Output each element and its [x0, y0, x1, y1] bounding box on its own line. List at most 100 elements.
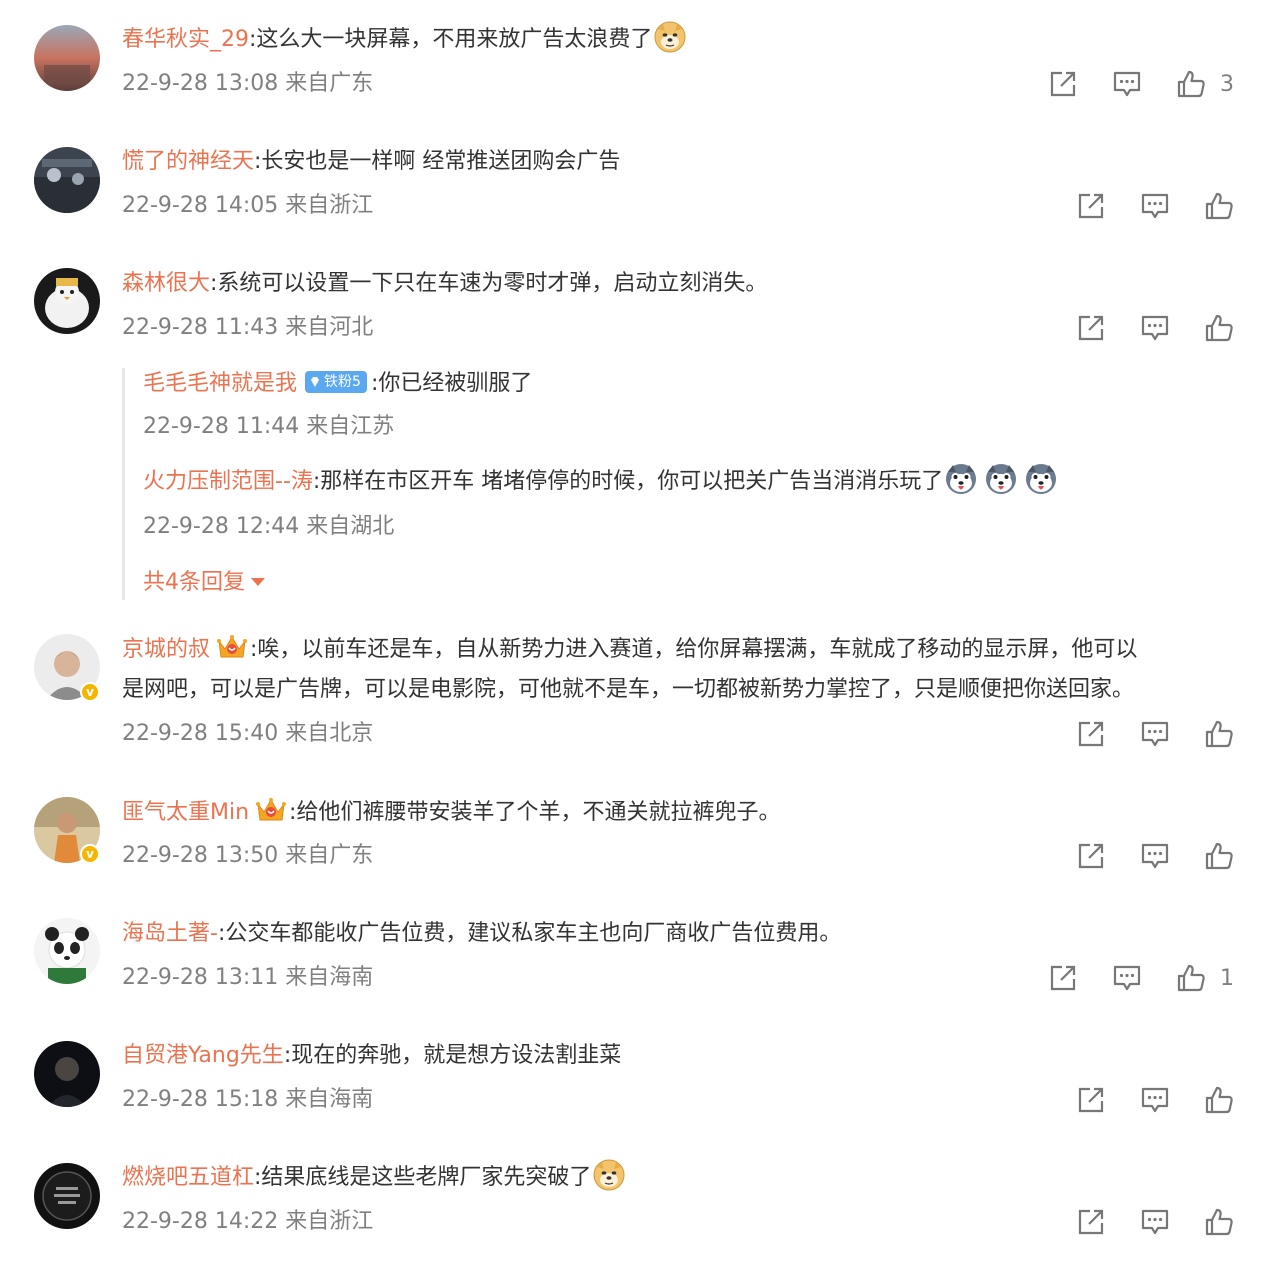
comment-body: :这么大一块屏幕，不用来放广告太浪费了 [249, 27, 653, 52]
thumbs-up-icon [1204, 841, 1234, 871]
doge-emoji-icon [654, 21, 686, 53]
reply-body: :那样在市区开车 堵堵停停的时候，你可以把关广告当消消乐玩了 [312, 469, 944, 494]
comment-body: :系统可以设置一下只在车速为零时才弹，启动立刻消失。 [210, 271, 768, 296]
comment-meta: 22-9-28 14:05 来自浙江 [122, 193, 374, 218]
comment-icon [1112, 69, 1142, 99]
like-button[interactable] [1204, 841, 1234, 871]
reply-button[interactable] [1140, 191, 1170, 221]
reply-button[interactable] [1112, 69, 1142, 99]
like-button[interactable] [1204, 719, 1234, 749]
username[interactable]: 春华秋实_29 [122, 27, 249, 52]
thumbs-up-icon [1204, 1207, 1234, 1237]
reply-button[interactable] [1140, 1085, 1170, 1115]
diamond-icon [311, 377, 320, 387]
reply-username[interactable]: 火力压制范围--涛 [143, 469, 313, 494]
doge-emoji-icon [593, 1159, 625, 1191]
comment-actions: 1 [1014, 962, 1234, 994]
reply-button[interactable] [1112, 963, 1142, 993]
username[interactable]: 慌了的神经天 [122, 149, 254, 174]
comment-meta: 22-9-28 13:08 来自广东 [122, 71, 374, 96]
share-icon [1076, 719, 1106, 749]
reply-text: 火力压制范围--涛:那样在市区开车 堵堵停停的时候，你可以把关广告当消消乐玩了 [143, 462, 1235, 502]
comment-meta: 22-9-28 15:18 来自海南 [122, 1087, 374, 1112]
comment-actions [1042, 1084, 1234, 1116]
comment-body: :给他们裤腰带安装羊了个羊，不通关就拉裤兜子。 [289, 800, 781, 825]
reply-meta: 22-9-28 11:44 来自江苏 [143, 414, 395, 439]
more-replies-link[interactable]: 共4条回复 [143, 568, 265, 598]
like-button[interactable] [1204, 313, 1234, 343]
share-button[interactable] [1076, 719, 1106, 749]
comment-actions [1042, 312, 1234, 344]
reply-text: 毛毛毛神就是我 铁粉5:你已经被驯服了 [143, 364, 1235, 404]
share-button[interactable] [1076, 313, 1106, 343]
like-button[interactable] [1204, 1207, 1234, 1237]
comment-icon [1112, 963, 1142, 993]
reply-username[interactable]: 毛毛毛神就是我 [143, 371, 297, 396]
fan-badge: 铁粉5 [305, 371, 367, 393]
like-count: 3 [1220, 71, 1234, 97]
reply-button[interactable] [1140, 313, 1170, 343]
like-button[interactable] [1204, 191, 1234, 221]
share-button[interactable] [1076, 1207, 1106, 1237]
comment-icon [1140, 1085, 1170, 1115]
username[interactable]: 海岛土著- [122, 921, 218, 946]
username[interactable]: 燃烧吧五道杠 [122, 1165, 254, 1190]
thumbs-up-icon [1176, 963, 1206, 993]
comment-text: 京城的叔:唉，以前车还是车，自从新势力进入赛道，给你屏幕摆满，车就成了移动的显示… [122, 630, 1228, 710]
share-button[interactable] [1048, 963, 1078, 993]
verified-badge-icon: v [80, 682, 100, 702]
avatar[interactable] [34, 25, 100, 91]
username[interactable]: 匪气太重Min [122, 800, 249, 825]
comment-text: 慌了的神经天:长安也是一样啊 经常推送团购会广告 [122, 142, 1228, 182]
comment-icon [1140, 1207, 1170, 1237]
username[interactable]: 森林很大 [122, 271, 210, 296]
comment-actions [1042, 718, 1234, 750]
thumbs-up-icon [1204, 191, 1234, 221]
like-button[interactable] [1204, 1085, 1234, 1115]
avatar[interactable] [34, 1041, 100, 1107]
comment-text: 燃烧吧五道杠:结果底线是这些老牌厂家先突破了 [122, 1158, 1228, 1198]
reply-button[interactable] [1140, 841, 1170, 871]
avatar[interactable] [34, 1163, 100, 1229]
share-icon [1076, 313, 1106, 343]
comment-actions: 3 [1014, 68, 1234, 100]
reply-button[interactable] [1140, 719, 1170, 749]
reply-meta: 22-9-28 12:44 来自湖北 [143, 514, 395, 539]
thumbs-up-icon [1204, 313, 1234, 343]
like-button[interactable]: 1 [1176, 963, 1234, 993]
share-icon [1076, 1207, 1106, 1237]
thumbs-up-icon [1204, 719, 1234, 749]
username[interactable]: 自贸港Yang先生 [122, 1043, 284, 1068]
reply-button[interactable] [1140, 1207, 1170, 1237]
comment-body: :长安也是一样啊 经常推送团购会广告 [254, 149, 621, 174]
share-button[interactable] [1076, 841, 1106, 871]
comment-icon [1140, 841, 1170, 871]
comment-body: :现在的奔驰，就是想方设法割韭菜 [283, 1043, 622, 1068]
avatar[interactable] [34, 147, 100, 213]
crown-badge-icon [216, 633, 248, 661]
share-button[interactable] [1048, 69, 1078, 99]
username[interactable]: 京城的叔 [122, 637, 210, 662]
share-button[interactable] [1076, 1085, 1106, 1115]
comment-icon [1140, 191, 1170, 221]
thumbs-up-icon [1176, 69, 1206, 99]
comment-meta: 22-9-28 13:50 来自广东 [122, 843, 374, 868]
avatar[interactable] [34, 268, 100, 334]
share-button[interactable] [1076, 191, 1106, 221]
comment-text: 森林很大:系统可以设置一下只在车速为零时才弹，启动立刻消失。 [122, 264, 1228, 304]
comment-text: 匪气太重Min :给他们裤腰带安装羊了个羊，不通关就拉裤兜子。 [122, 793, 1228, 833]
share-icon [1076, 191, 1106, 221]
comment-body: :公交车都能收广告位费，建议私家车主也向厂商收广告位费用。 [217, 921, 842, 946]
crown-badge-icon [255, 796, 287, 824]
share-icon [1048, 963, 1078, 993]
avatar[interactable] [34, 918, 100, 984]
comment-body: :结果底线是这些老牌厂家先突破了 [254, 1165, 592, 1190]
share-icon [1076, 841, 1106, 871]
comment-text: 春华秋实_29:这么大一块屏幕，不用来放广告太浪费了 [122, 20, 1228, 60]
husky-emoji-icon [985, 463, 1017, 495]
thumbs-up-icon [1204, 1085, 1234, 1115]
comment-meta: 22-9-28 11:43 来自河北 [122, 315, 374, 340]
caret-down-icon [251, 578, 265, 586]
share-icon [1076, 1085, 1106, 1115]
like-button[interactable]: 3 [1176, 69, 1234, 99]
